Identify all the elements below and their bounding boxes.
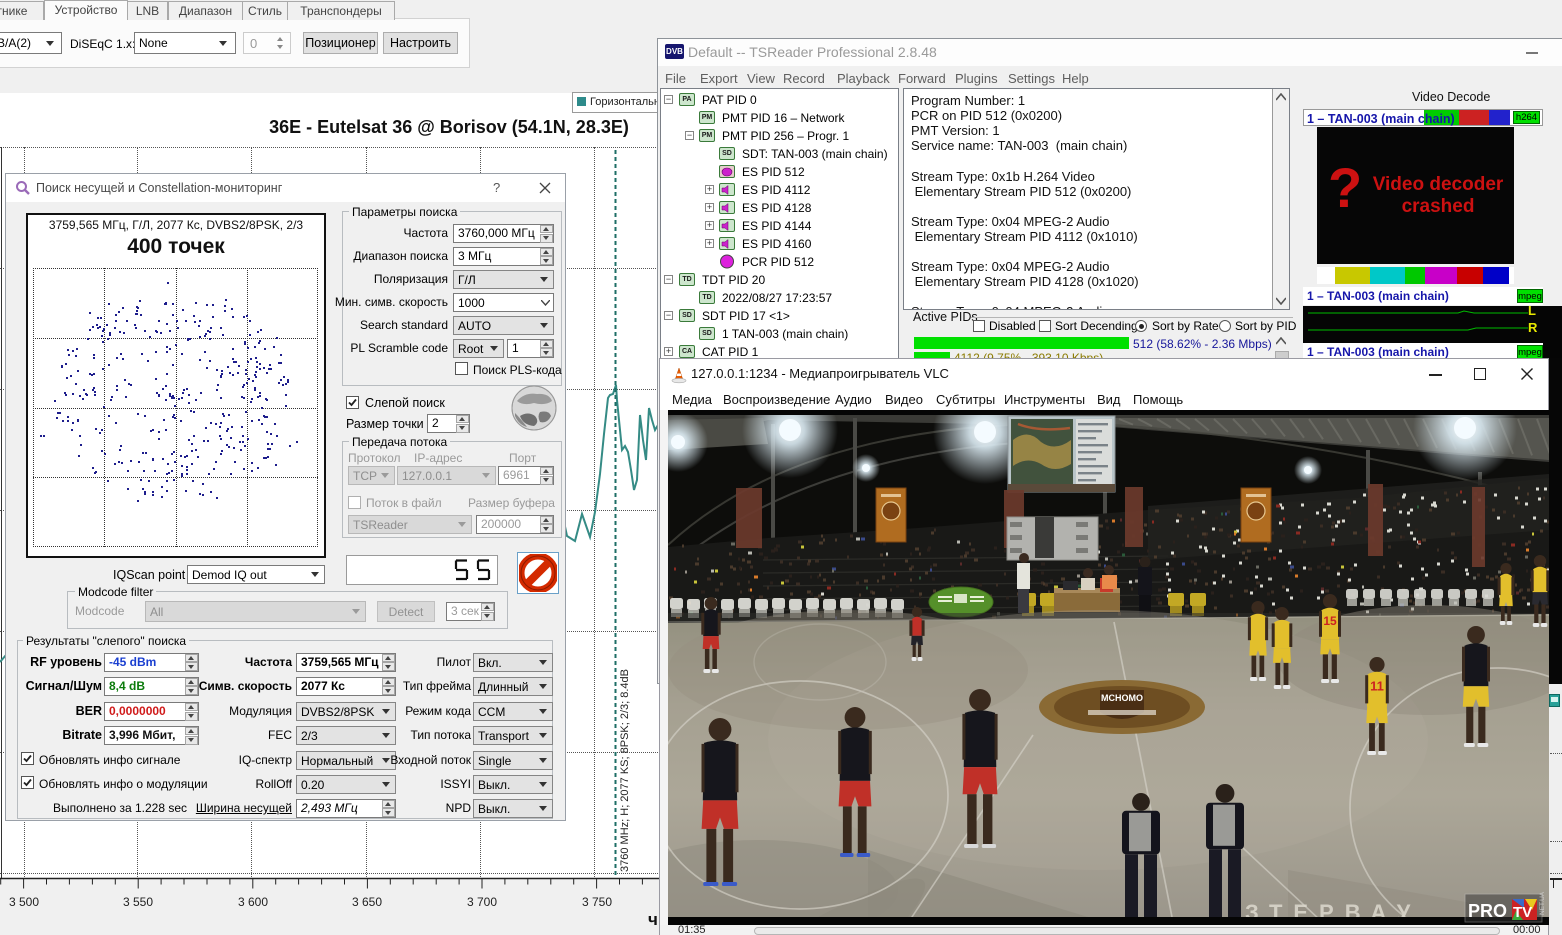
svg-text:PRO: PRO [1468, 901, 1507, 921]
svg-text:NET.UA: NET.UA [1539, 891, 1546, 915]
svg-text:15: 15 [1323, 614, 1337, 628]
svg-text:11: 11 [1370, 679, 1384, 694]
svg-text:TV: TV [1513, 904, 1532, 921]
svg-text:MCHOMO: MCHOMO [1101, 693, 1143, 703]
